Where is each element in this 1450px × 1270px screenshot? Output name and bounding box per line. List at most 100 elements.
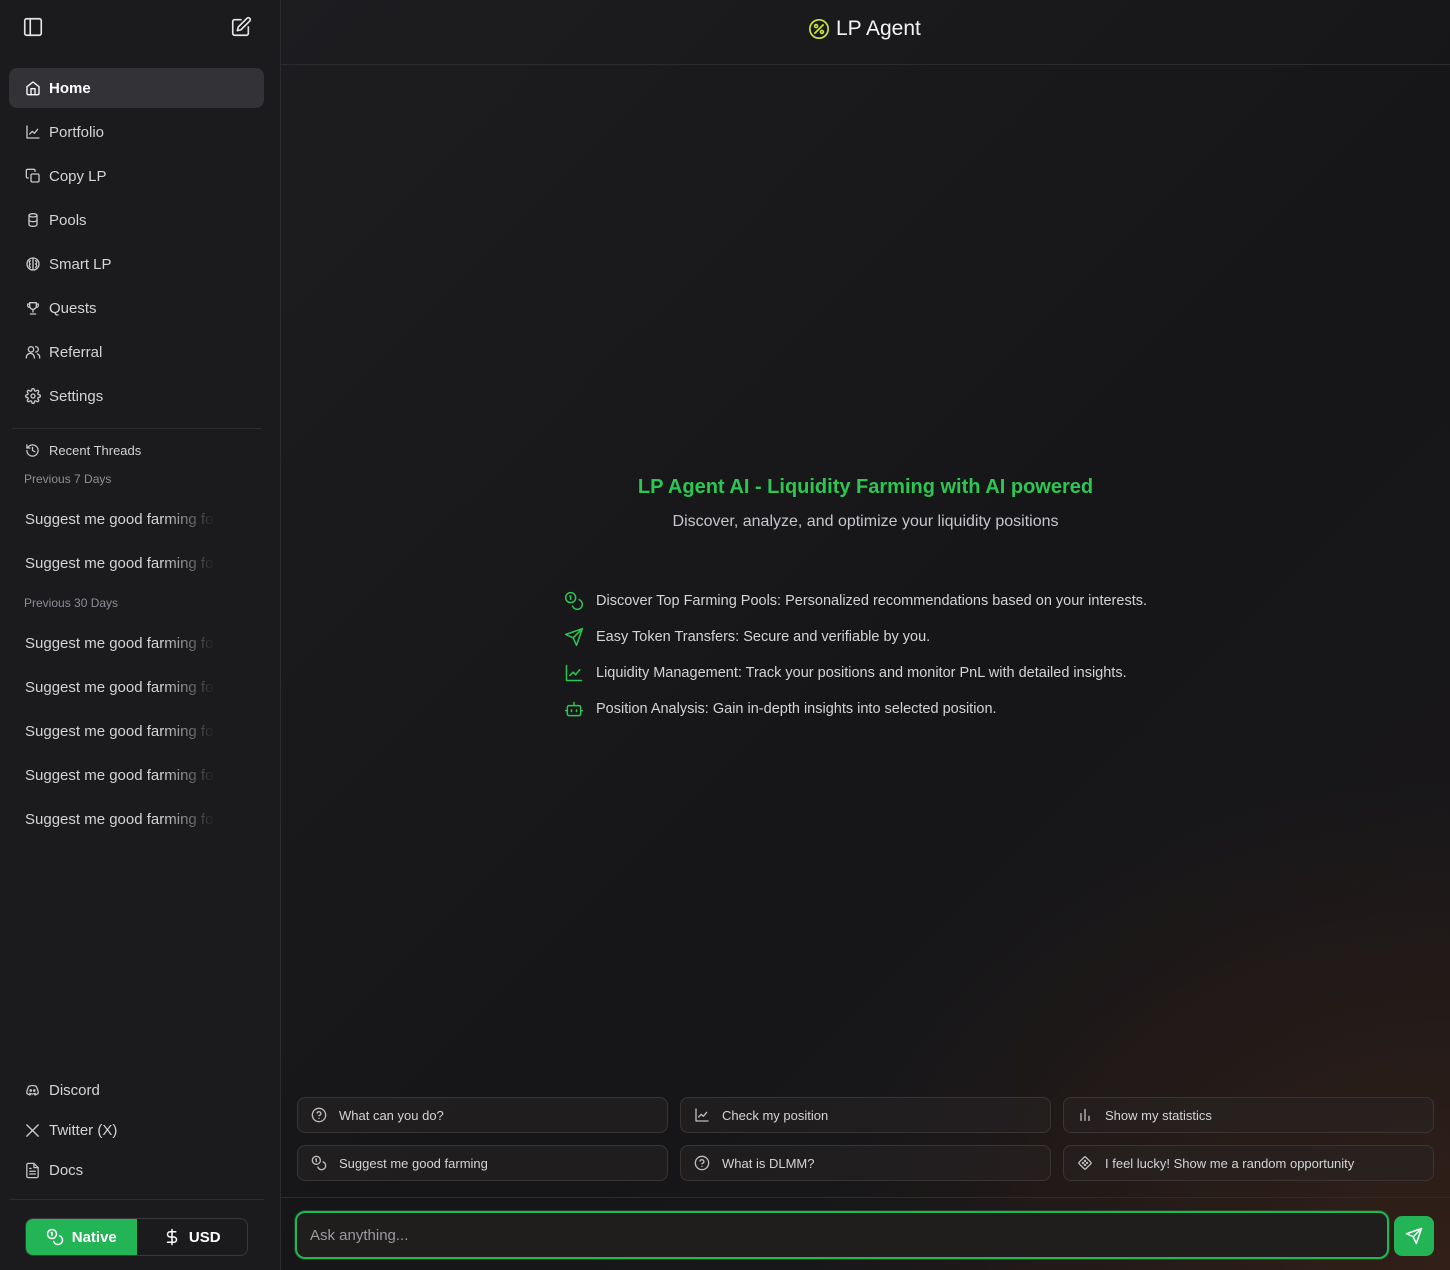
- coins-icon: [311, 1155, 327, 1171]
- composer-divider: [281, 1197, 1450, 1198]
- sidebar-item-label: Portfolio: [49, 123, 105, 141]
- sidebar-item-label: Smart LP: [49, 255, 112, 273]
- dollar-icon: [163, 1228, 181, 1246]
- suggestion-label: What is DLMM?: [722, 1155, 815, 1171]
- suggestion-label: Check my position: [722, 1107, 829, 1123]
- suggestion-chip-what-is-dlmm[interactable]: What is DLMM?: [680, 1145, 1051, 1181]
- suggestion-chip-check-position[interactable]: Check my position: [680, 1097, 1051, 1133]
- thread-group-label: Previous 7 Days: [24, 472, 112, 486]
- currency-native-option[interactable]: Native: [26, 1219, 137, 1255]
- feature-item: Easy Token Transfers: Secure and verifia…: [564, 627, 930, 647]
- twitter-link[interactable]: Twitter (X): [24, 1122, 117, 1139]
- sidebar-top: [0, 0, 280, 56]
- thread-group-label: Previous 30 Days: [24, 596, 119, 610]
- suggestion-label: I feel lucky! Show me a random opportuni…: [1105, 1155, 1355, 1171]
- users-icon: [25, 344, 41, 360]
- sidebar-item-quests[interactable]: Quests: [9, 288, 264, 328]
- cylinder-icon: [25, 212, 41, 228]
- feature-item: Discover Top Farming Pools: Personalized…: [564, 591, 1147, 611]
- feature-item: Liquidity Management: Track your positio…: [564, 663, 1127, 683]
- chart-line-icon: [25, 124, 41, 140]
- question-icon: [311, 1107, 327, 1123]
- docs-label: Docs: [49, 1162, 84, 1179]
- edit-icon[interactable]: [230, 16, 252, 38]
- send-icon: [564, 627, 584, 647]
- thread-item[interactable]: Suggest me good farming fo: [25, 723, 215, 740]
- suggestion-chip-what-can-you-do[interactable]: What can you do?: [297, 1097, 668, 1133]
- send-button[interactable]: [1394, 1216, 1434, 1256]
- sidebar-item-settings[interactable]: Settings: [9, 376, 264, 416]
- hero-title: LP Agent AI - Liquidity Farming with AI …: [637, 476, 1094, 498]
- sidebar: Home Portfolio Copy LP Pools Smart LP Qu…: [0, 0, 281, 1270]
- sidebar-item-pools[interactable]: Pools: [9, 200, 264, 240]
- suggestion-label: What can you do?: [339, 1107, 444, 1123]
- sidebar-toggle-icon[interactable]: [22, 16, 44, 38]
- twitter-label: Twitter (X): [49, 1122, 118, 1139]
- sidebar-divider: [12, 428, 261, 429]
- sidebar-item-label: Referral: [49, 343, 103, 361]
- recent-threads-heading: Recent Threads: [25, 443, 141, 458]
- feature-text: Position Analysis: Gain in-depth insight…: [596, 701, 997, 717]
- brand: LP Agent: [808, 17, 921, 41]
- sidebar-item-label: Quests: [49, 299, 97, 317]
- brain-icon: [25, 256, 41, 272]
- sidebar-item-label: Home: [49, 79, 91, 97]
- feature-text: Easy Token Transfers: Secure and verifia…: [596, 629, 931, 645]
- sidebar-nav: Home Portfolio Copy LP Pools Smart LP Qu…: [9, 68, 264, 420]
- sidebar-footer-divider: [9, 1199, 264, 1200]
- home-icon: [25, 80, 41, 96]
- discord-label: Discord: [49, 1082, 100, 1099]
- question-icon: [694, 1155, 710, 1171]
- feature-item: Position Analysis: Gain in-depth insight…: [564, 699, 997, 719]
- sidebar-item-smart-lp[interactable]: Smart LP: [9, 244, 264, 284]
- sidebar-item-copy-lp[interactable]: Copy LP: [9, 156, 264, 196]
- thread-item[interactable]: Suggest me good farming fo: [25, 811, 215, 828]
- coins-icon: [46, 1228, 64, 1246]
- sidebar-item-label: Pools: [49, 211, 87, 229]
- coins-icon: [564, 591, 584, 611]
- chat-input[interactable]: [297, 1213, 1387, 1257]
- chart-line-icon: [694, 1107, 710, 1123]
- send-icon: [1405, 1227, 1423, 1245]
- main-panel: LP Agent LP Agent AI - Liquidity Farming…: [281, 0, 1450, 1270]
- sidebar-item-label: Settings: [49, 387, 104, 405]
- currency-toggle: Native USD: [25, 1218, 248, 1256]
- sidebar-item-referral[interactable]: Referral: [9, 332, 264, 372]
- thread-item[interactable]: Suggest me good farming fo: [25, 555, 215, 572]
- currency-usd-label: USD: [188, 1228, 221, 1246]
- dice-icon: [1077, 1155, 1093, 1171]
- gear-icon: [25, 388, 41, 404]
- sidebar-item-label: Copy LP: [49, 167, 107, 185]
- chat-input-wrapper: [295, 1211, 1389, 1259]
- recent-threads-label: Recent Threads: [49, 443, 142, 458]
- hero-subtitle: Discover, analyze, and optimize your liq…: [672, 513, 1059, 530]
- discord-link[interactable]: Discord: [24, 1082, 100, 1099]
- app-title: LP Agent: [836, 17, 921, 40]
- suggestion-chip-suggest-farming[interactable]: Suggest me good farming: [297, 1145, 668, 1181]
- suggestion-chip-show-statistics[interactable]: Show my statistics: [1063, 1097, 1434, 1133]
- thread-item[interactable]: Suggest me good farming fo: [25, 635, 215, 652]
- sidebar-item-home[interactable]: Home: [9, 68, 264, 108]
- history-icon: [25, 443, 40, 458]
- feature-text: Discover Top Farming Pools: Personalized…: [596, 593, 1147, 609]
- docs-link[interactable]: Docs: [24, 1162, 83, 1179]
- trophy-icon: [25, 300, 41, 316]
- thread-item[interactable]: Suggest me good farming fo: [25, 767, 215, 784]
- thread-item[interactable]: Suggest me good farming fo: [25, 511, 215, 528]
- suggestion-chip-feel-lucky[interactable]: I feel lucky! Show me a random opportuni…: [1063, 1145, 1434, 1181]
- x-logo-icon: [24, 1122, 41, 1139]
- chart-line-icon: [564, 663, 584, 683]
- header: LP Agent: [281, 0, 1450, 65]
- suggestion-label: Show my statistics: [1105, 1107, 1212, 1123]
- currency-usd-option[interactable]: USD: [137, 1219, 248, 1255]
- feature-text: Liquidity Management: Track your positio…: [596, 665, 1127, 681]
- suggestion-label: Suggest me good farming: [339, 1155, 488, 1171]
- lp-agent-logo-icon: [808, 18, 830, 40]
- bot-icon: [564, 699, 584, 719]
- currency-native-label: Native: [71, 1228, 117, 1246]
- sidebar-item-portfolio[interactable]: Portfolio: [9, 112, 264, 152]
- bar-chart-icon: [1077, 1107, 1093, 1123]
- document-icon: [24, 1162, 41, 1179]
- thread-item[interactable]: Suggest me good farming fo: [25, 679, 215, 696]
- discord-icon: [24, 1082, 41, 1099]
